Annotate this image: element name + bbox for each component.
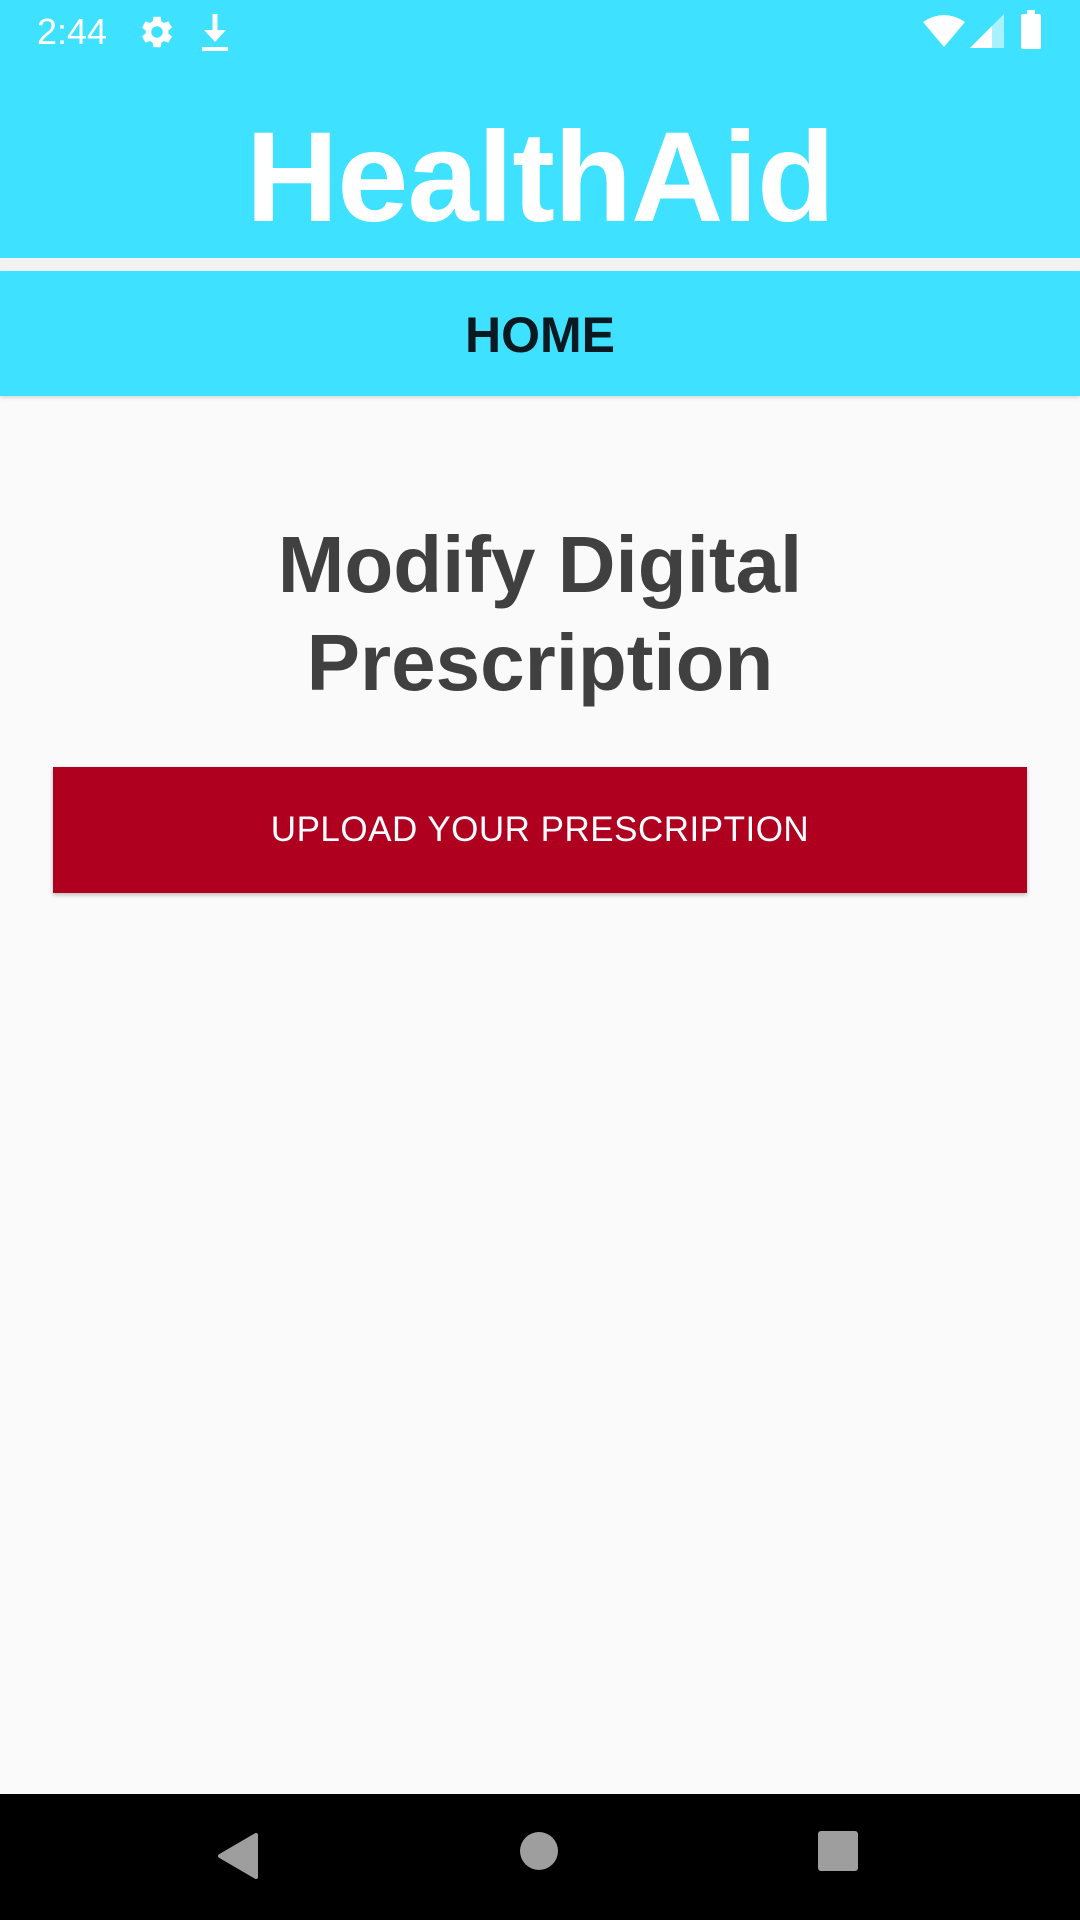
- settings-icon: [142, 16, 172, 48]
- home-icon[interactable]: [519, 1831, 559, 1871]
- navigation-bar: [0, 1794, 1080, 1920]
- wifi-icon: [923, 15, 965, 47]
- app-header: HealthAid: [0, 63, 1080, 258]
- cell-signal-icon: [970, 14, 1004, 48]
- header-divider: [0, 258, 1080, 271]
- tab-home[interactable]: HOME: [0, 271, 1080, 396]
- recents-icon[interactable]: [818, 1831, 858, 1871]
- status-time: 2:44: [37, 11, 108, 52]
- back-icon[interactable]: [216, 1832, 260, 1880]
- page-heading: Modify Digital Prescription: [277, 520, 803, 707]
- app-title: HealthAid: [245, 106, 835, 249]
- upload-prescription-button[interactable]: UPLOAD YOUR PRESCRIPTION: [53, 767, 1027, 893]
- download-icon: [202, 14, 228, 51]
- battery-icon: [1021, 10, 1041, 49]
- status-bar: 2:44: [0, 0, 1080, 63]
- tab-bar: HOME: [0, 271, 1080, 396]
